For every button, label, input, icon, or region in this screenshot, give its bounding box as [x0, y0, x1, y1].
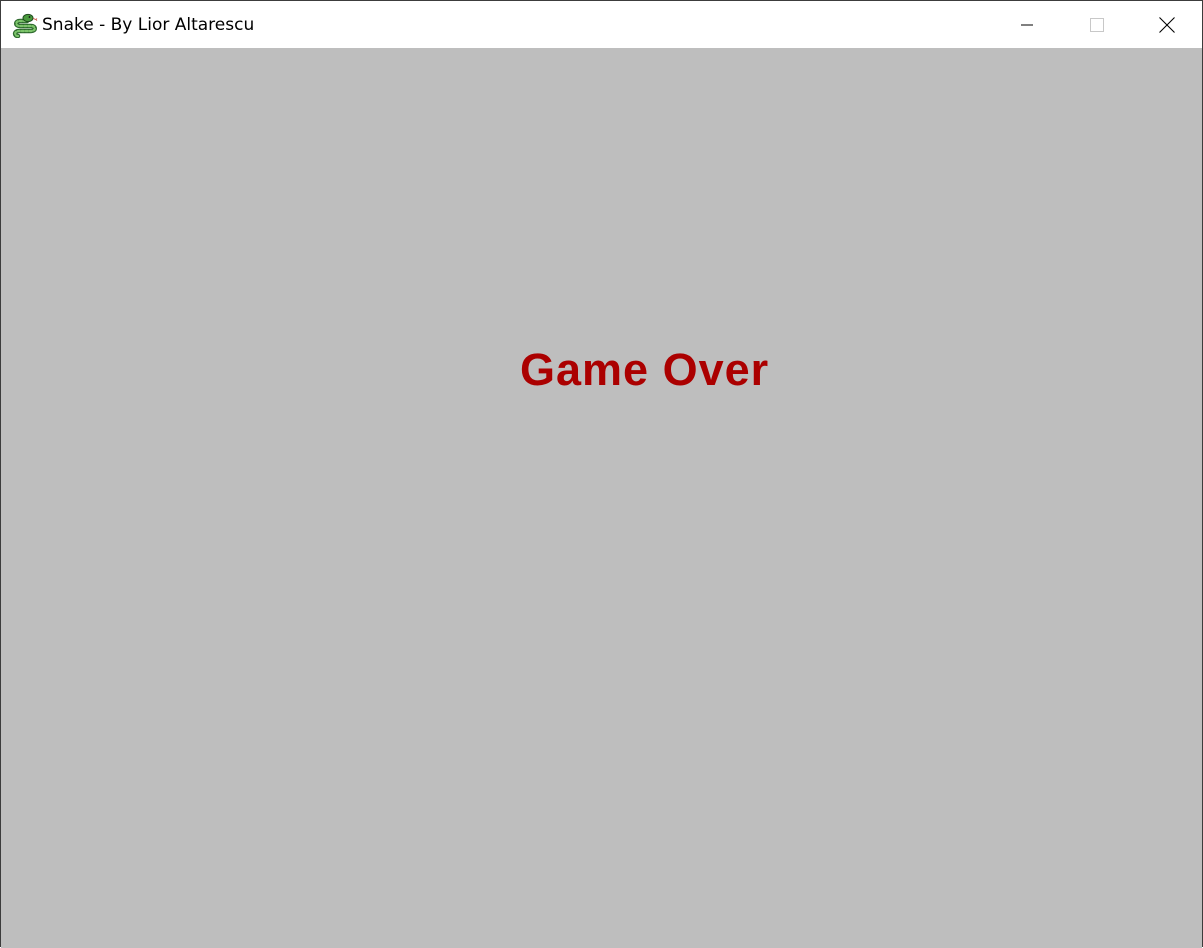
game-over-text: Game Over	[520, 344, 770, 395]
window-title: Snake - By Lior Altarescu	[42, 15, 255, 35]
snake-icon	[12, 12, 38, 39]
title-bar[interactable]: Snake - By Lior Altarescu	[1, 1, 1202, 48]
app-window: Snake - By Lior Altarescu Game Over	[0, 0, 1203, 948]
maximize-button[interactable]	[1062, 1, 1132, 48]
close-icon	[1159, 16, 1175, 33]
minimize-button[interactable]	[992, 1, 1062, 48]
minimize-icon	[1021, 19, 1033, 31]
close-button[interactable]	[1132, 1, 1202, 48]
maximize-icon	[1090, 17, 1104, 32]
game-canvas[interactable]: Game Over	[1, 48, 1202, 948]
